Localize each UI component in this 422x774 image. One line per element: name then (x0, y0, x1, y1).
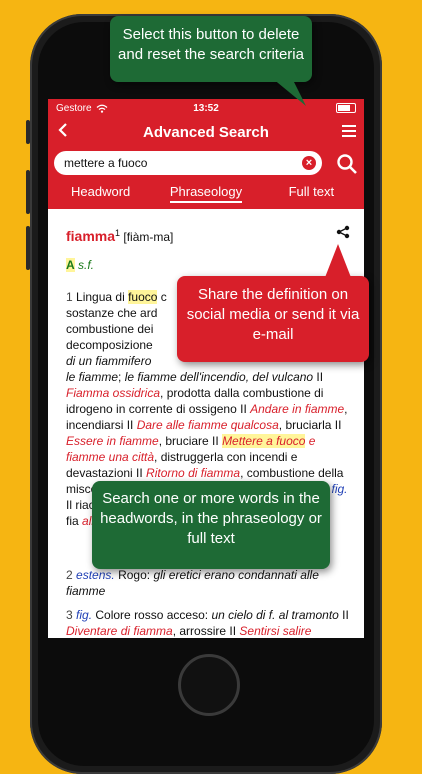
grammar-category: s.f. (78, 258, 95, 272)
tab-phraseology[interactable]: Phraseology (153, 181, 258, 209)
entry-header: fiamma1 [fiàm-ma] (66, 225, 350, 245)
page-title: Advanced Search (143, 123, 269, 141)
callout-reset: Select this button to delete and reset t… (110, 16, 312, 82)
search-input[interactable]: mettere a fuoco (54, 151, 322, 175)
status-time: 13:52 (193, 102, 219, 114)
tab-full-text[interactable]: Full text (259, 181, 364, 209)
search-icon[interactable] (336, 153, 358, 175)
phrase-link[interactable]: Diventare di fiamma (66, 624, 173, 638)
phrase-link[interactable]: Sentirsi salire (239, 624, 311, 638)
nav-bar: Advanced Search (48, 117, 364, 147)
phrase-link[interactable]: Fiamma ossidrica (66, 386, 160, 400)
tab-headword[interactable]: Headword (48, 181, 153, 209)
callout-share-pointer (324, 244, 352, 280)
callout-search: Search one or more words in the headword… (92, 481, 330, 569)
status-bar: Gestore 13:52 (48, 99, 364, 117)
headword-superscript: 1 (115, 228, 121, 238)
share-icon[interactable] (336, 225, 350, 239)
phrase-link[interactable]: Ritorno di fiamma (146, 466, 240, 480)
grammar-letter: A (66, 258, 75, 272)
phrase-link[interactable]: Andare in fiamme (250, 402, 344, 416)
clear-icon[interactable]: × (302, 156, 316, 170)
pronunciation: [fiàm-ma] (123, 230, 174, 244)
headword: fiamma (66, 228, 116, 244)
grammar-line: A s.f. (66, 257, 350, 273)
search-tabs: Headword Phraseology Full text (48, 181, 364, 209)
search-bar: mettere a fuoco × (48, 147, 364, 181)
mute-switch (26, 120, 30, 144)
callout-reset-pointer (272, 78, 306, 106)
definition-2: 2 estens. Rogo: gli eretici erano condan… (66, 568, 319, 598)
phrase-link[interactable]: Essere in fiamme (66, 434, 159, 448)
phrase-link[interactable]: Dare alle fiamme qualcosa (137, 418, 279, 432)
phrase-link-highlighted[interactable]: Mettere a fuoco (222, 434, 306, 448)
definition-3: 3 fig. Colore rosso acceso: un cielo di … (66, 608, 349, 638)
volume-up-button (26, 170, 30, 214)
entry-content: fiamma1 [fiàm-ma] A s.f. 1 Lingua di fuo… (48, 209, 364, 638)
home-button[interactable] (178, 654, 240, 716)
callout-share: Share the definition on social media or … (177, 276, 369, 362)
volume-down-button (26, 226, 30, 270)
hamburger-menu-icon[interactable] (342, 125, 356, 140)
battery-icon (336, 103, 356, 113)
